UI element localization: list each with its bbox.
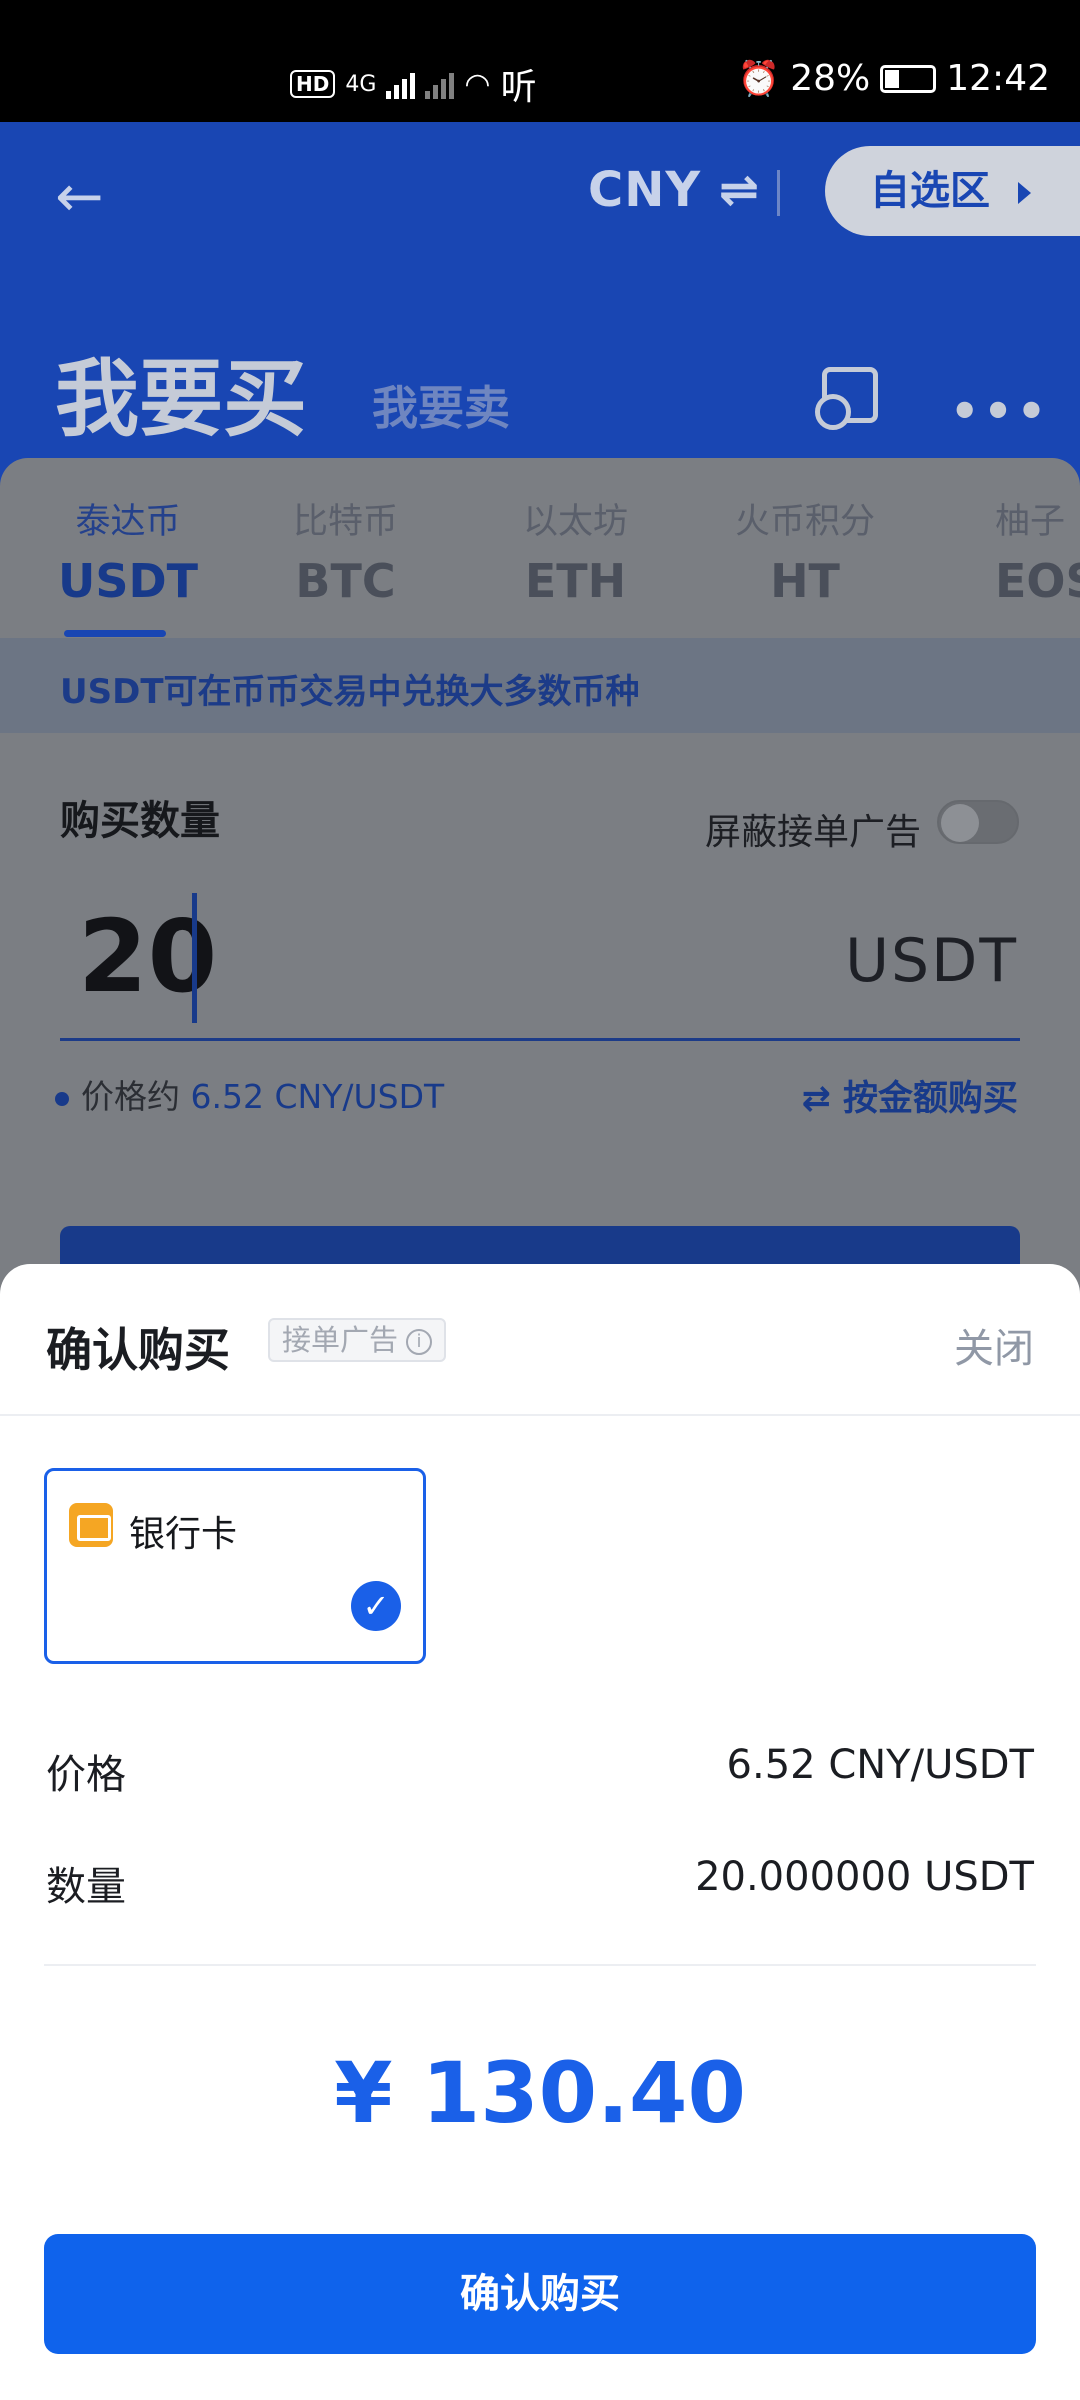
tab-sell[interactable]: 我要卖 — [372, 372, 510, 438]
bank-card-icon — [69, 1503, 113, 1547]
signal-icon — [386, 69, 416, 99]
block-ads-label: 屏蔽接单广告 — [705, 812, 922, 853]
battery-percent: 28% — [790, 58, 871, 99]
alarm-icon: ⏰ — [737, 58, 781, 99]
status-right: ⏰ 28% 12:42 — [738, 58, 1050, 99]
price-label: 价格 — [46, 1752, 126, 1798]
coin-cn: 泰达币 — [75, 502, 181, 542]
coin-cn: 以太坊 — [523, 502, 629, 542]
favorites-label: 自选区 — [870, 168, 990, 214]
hd-icon: HD — [290, 70, 336, 98]
coin-cn: 火币积分 — [735, 502, 876, 542]
coin-tab-eos[interactable]: 柚子 EOS — [995, 493, 1080, 608]
clock: 12:42 — [946, 58, 1050, 99]
back-arrow-icon[interactable]: ← — [55, 162, 104, 230]
network-label: 4G — [345, 71, 377, 97]
battery-icon — [880, 64, 937, 93]
divider — [44, 1964, 1036, 1966]
divider — [777, 170, 780, 216]
payment-method-bank-card[interactable]: 银行卡 ✓ — [44, 1468, 426, 1664]
coin-tab-usdt[interactable]: 泰达币 USDT — [58, 493, 198, 608]
wifi-icon: ◠ — [464, 66, 491, 102]
favorites-button[interactable]: 自选区 — [825, 146, 1080, 236]
price-estimate: 价格约 6.52 CNY/USDT — [55, 1070, 444, 1118]
more-icon[interactable]: ••• — [950, 384, 1050, 438]
listen-icon: 听 — [500, 67, 537, 108]
close-button[interactable]: 关闭 — [954, 1316, 1034, 1374]
order-history-icon[interactable] — [815, 367, 878, 430]
coin-cn: 柚子 — [995, 502, 1066, 542]
price-value: 6.52 CNY/USDT — [726, 1742, 1034, 1788]
confirm-purchase-button[interactable]: 确认购买 — [44, 2234, 1036, 2354]
coin-hint: USDT可在币币交易中兑换大多数币种 — [60, 672, 640, 712]
info-icon: i — [406, 1329, 433, 1355]
bullet-icon — [55, 1091, 69, 1106]
signal-2-icon — [425, 69, 455, 99]
check-icon: ✓ — [351, 1581, 401, 1631]
coin-code: ETH — [524, 554, 627, 608]
coin-code: USDT — [58, 554, 199, 608]
amount-value: 20.000000 USDT — [695, 1854, 1034, 1900]
buy-by-amount-link[interactable]: ⇄ 按金额购买 — [801, 1070, 1018, 1121]
coin-tab-ht[interactable]: 火币积分 HT — [735, 493, 875, 608]
coin-code: EOS — [995, 554, 1080, 608]
coin-tab-btc[interactable]: 比特币 BTC — [293, 493, 398, 608]
active-tab-indicator — [64, 630, 166, 637]
quantity-unit: USDT — [845, 926, 1018, 996]
currency-switch[interactable]: CNY ⇌ — [588, 162, 760, 218]
text-cursor — [192, 893, 197, 1023]
quantity-label: 购买数量 — [60, 798, 220, 844]
block-ads-toggle[interactable] — [937, 800, 1019, 844]
tab-buy[interactable]: 我要买 — [55, 332, 307, 453]
payment-method-label: 银行卡 — [129, 1514, 238, 1555]
confirm-sheet: 确认购买 接单广告 i 关闭 银行卡 ✓ 价格 6.52 CNY/USDT 数量 … — [0, 1264, 1080, 2400]
status-bar: HD 4G ◠ 听 ⏰ 28% 12:42 — [0, 0, 1080, 122]
triangle-right-icon — [1018, 182, 1031, 204]
coin-code: HT — [770, 554, 840, 608]
price-estimate-value: 6.52 CNY/USDT — [190, 1077, 445, 1116]
status-left: HD 4G ◠ 听 — [290, 58, 537, 110]
total-amount: ¥ 130.40 — [334, 2044, 746, 2142]
price-estimate-label: 价格约 — [81, 1077, 180, 1116]
input-underline — [60, 1038, 1020, 1041]
ad-badge-label: 接单广告 — [282, 1323, 399, 1357]
screen: HD 4G ◠ 听 ⏰ 28% 12:42 ← CNY ⇌ 自选区 我要买 我要… — [0, 0, 1080, 2400]
amount-label: 数量 — [46, 1864, 126, 1910]
coin-code: BTC — [295, 554, 396, 608]
coin-cn: 比特币 — [293, 502, 399, 542]
ad-badge[interactable]: 接单广告 i — [268, 1318, 447, 1362]
divider — [0, 1414, 1080, 1416]
coin-tab-eth[interactable]: 以太坊 ETH — [523, 493, 628, 608]
sheet-title: 确认购买 — [46, 1323, 230, 1377]
